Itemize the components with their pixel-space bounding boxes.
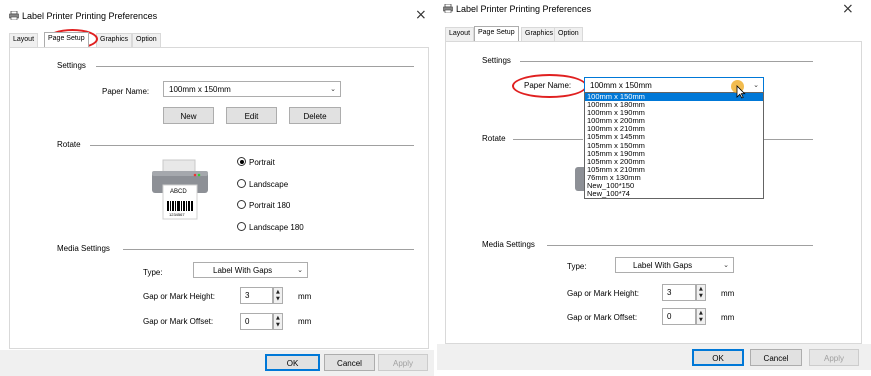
media-type-value: Label With Gaps: [633, 261, 693, 270]
tab-strip: Layout Page Setup Graphics Option: [0, 32, 434, 47]
window-title: Label Printer Printing Preferences: [456, 4, 592, 14]
printer-preview-image: [575, 167, 584, 191]
radio-landscape[interactable]: Landscape: [237, 179, 288, 189]
gap-offset-unit: mm: [298, 317, 312, 326]
radio-portrait[interactable]: Portrait: [237, 157, 275, 167]
paper-name-dropdown-list[interactable]: 100mm x 150mm 100mm x 180mm 100mm x 190m…: [584, 92, 764, 199]
preview-barcode-text: 1234567: [169, 212, 185, 217]
ok-button[interactable]: OK: [692, 349, 744, 366]
radio-button[interactable]: [237, 179, 246, 188]
tab-option[interactable]: Option: [554, 27, 583, 41]
rotate-section-label: Rotate: [57, 140, 81, 149]
settings-section-label: Settings: [482, 56, 511, 65]
gap-height-input[interactable]: 3: [662, 284, 696, 301]
gap-offset-label: Gap or Mark Offset:: [143, 317, 214, 326]
radio-button[interactable]: [237, 200, 246, 209]
gap-offset-unit: mm: [721, 313, 735, 322]
divider: [547, 245, 813, 246]
divider: [96, 66, 414, 67]
right-dialog: Label Printer Printing Preferences × Lay…: [437, 0, 871, 376]
media-settings-section-label: Media Settings: [57, 244, 110, 253]
tab-strip: Layout Page Setup Graphics Option: [437, 26, 871, 41]
paper-name-select[interactable]: 100mm x 150mm ⌄: [163, 81, 341, 97]
paper-name-value: 100mm x 150mm: [590, 81, 652, 90]
left-dialog: Label Printer Printing Preferences × Lay…: [0, 0, 434, 376]
type-label: Type:: [143, 268, 163, 277]
tab-layout[interactable]: Layout: [9, 33, 39, 47]
divider: [520, 61, 813, 62]
radio-button[interactable]: [237, 222, 246, 231]
rotate-section-label: Rotate: [482, 134, 506, 143]
printer-icon: [9, 11, 19, 20]
media-type-select[interactable]: Label With Gaps ⌄: [193, 262, 308, 278]
delete-button[interactable]: Delete: [289, 107, 341, 124]
radio-button[interactable]: [237, 157, 246, 166]
ok-button[interactable]: OK: [265, 354, 320, 371]
radio-portrait-180[interactable]: Portrait 180: [237, 200, 290, 210]
tab-page-setup[interactable]: Page Setup: [474, 26, 519, 41]
title-bar: Label Printer Printing Preferences ×: [0, 0, 434, 28]
type-label: Type:: [567, 262, 587, 271]
media-settings-section-label: Media Settings: [482, 240, 535, 249]
close-icon[interactable]: ×: [842, 1, 854, 17]
gap-height-label: Gap or Mark Height:: [567, 289, 640, 298]
gap-height-stepper[interactable]: ▲ ▼: [273, 287, 283, 304]
gap-height-stepper[interactable]: ▲ ▼: [696, 284, 706, 301]
printer-icon: [443, 4, 453, 13]
tab-option[interactable]: Option: [132, 33, 161, 47]
gap-offset-input[interactable]: 0: [240, 313, 273, 330]
cancel-button[interactable]: Cancel: [750, 349, 802, 366]
title-bar: Label Printer Printing Preferences ×: [437, 0, 871, 28]
divider: [123, 249, 414, 250]
chevron-down-icon: ⌄: [297, 266, 303, 274]
mouse-cursor-icon: [736, 85, 746, 99]
close-icon[interactable]: ×: [415, 7, 427, 23]
apply-button[interactable]: Apply: [809, 349, 859, 366]
tab-graphics[interactable]: Graphics: [96, 33, 133, 47]
media-type-value: Label With Gaps: [213, 266, 273, 275]
paper-name-label: Paper Name:: [102, 87, 150, 96]
gap-offset-input[interactable]: 0: [662, 308, 696, 325]
gap-offset-stepper[interactable]: ▲ ▼: [696, 308, 706, 325]
chevron-down-icon: ⌄: [753, 81, 759, 89]
new-button[interactable]: New: [163, 107, 214, 124]
gap-height-input[interactable]: 3: [240, 287, 273, 304]
paper-name-label: Paper Name:: [524, 81, 572, 90]
chevron-down-icon: ⌄: [723, 261, 729, 269]
dropdown-option[interactable]: New_100*74: [585, 190, 763, 198]
divider: [764, 139, 813, 140]
paper-name-value: 100mm x 150mm: [169, 85, 231, 94]
divider: [90, 145, 414, 146]
preview-label-text: ABCD: [170, 189, 187, 195]
edit-button[interactable]: Edit: [226, 107, 277, 124]
gap-height-unit: mm: [298, 292, 312, 301]
cancel-button[interactable]: Cancel: [324, 354, 375, 371]
divider: [513, 139, 583, 140]
media-type-select[interactable]: Label With Gaps ⌄: [615, 257, 734, 273]
tab-graphics[interactable]: Graphics: [521, 27, 558, 41]
window-title: Label Printer Printing Preferences: [22, 11, 158, 21]
gap-height-unit: mm: [721, 289, 735, 298]
gap-height-label: Gap or Mark Height:: [143, 292, 216, 301]
settings-section-label: Settings: [57, 61, 86, 70]
gap-offset-stepper[interactable]: ▲ ▼: [273, 313, 283, 330]
gap-offset-label: Gap or Mark Offset:: [567, 313, 638, 322]
footer-bar: [437, 344, 871, 370]
tab-page-setup[interactable]: Page Setup: [44, 32, 89, 47]
apply-button[interactable]: Apply: [378, 354, 428, 371]
tab-layout[interactable]: Layout: [445, 27, 475, 41]
radio-landscape-180[interactable]: Landscape 180: [237, 222, 304, 232]
chevron-down-icon: ⌄: [330, 85, 336, 93]
